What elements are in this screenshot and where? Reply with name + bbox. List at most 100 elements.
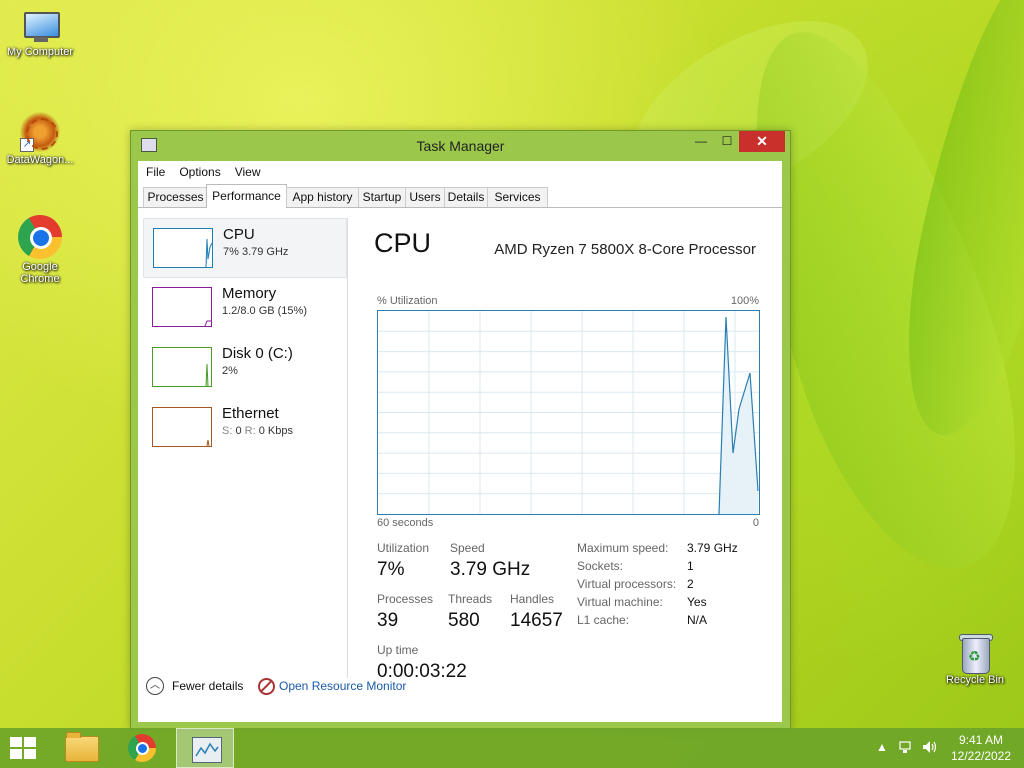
taskbar-google-chrome[interactable]: [113, 728, 171, 768]
network-icon[interactable]: [898, 740, 914, 757]
resource-name: Memory: [222, 285, 277, 302]
resource-list: CPU 7% 3.79 GHz Memory 1.2/8.0 GB (15%) …: [143, 218, 348, 678]
graph-x-right-label: 0: [752, 517, 759, 529]
task-manager-window: Task Manager — ☐ ✕ File Options View Proce…: [130, 130, 791, 730]
graph-y-max-label: 100%: [730, 295, 759, 307]
desktop-icon-label: Recycle Bin: [945, 674, 1005, 686]
resource-summary: 7% 3.79 GHz: [223, 246, 289, 258]
spec-key: L1 cache:: [577, 613, 630, 627]
menu-bar: File Options View: [138, 161, 782, 183]
spec-value: N/A: [687, 613, 708, 627]
desktop-icon-my-computer[interactable]: My Computer: [0, 10, 80, 58]
chevron-up-circle-icon[interactable]: ︿: [146, 677, 164, 695]
threads-label: Threads: [448, 592, 493, 606]
threads-value: 580: [448, 610, 480, 631]
folder-icon: [65, 732, 99, 762]
chevron-up-icon[interactable]: ▲: [876, 740, 888, 754]
menu-view[interactable]: View: [227, 161, 267, 179]
volume-icon[interactable]: [922, 740, 938, 757]
spec-value: 2: [687, 577, 694, 591]
chrome-icon: [128, 734, 156, 762]
desktop-icon-label: Chrome: [20, 273, 60, 285]
handles-label: Handles: [510, 592, 555, 606]
shortcut-arrow-icon: ↗: [20, 138, 34, 152]
desktop-icon-recycle-bin[interactable]: ♻ Recycle Bin: [935, 632, 1015, 686]
speed-label: Speed: [450, 541, 485, 555]
resource-name: CPU: [223, 226, 255, 243]
utilization-value: 7%: [377, 559, 405, 580]
disk-mini-graph: [152, 347, 212, 387]
spec-key: Virtual machine:: [577, 595, 663, 609]
resource-name: Disk 0 (C:): [222, 345, 293, 362]
taskbar-file-explorer[interactable]: [51, 728, 109, 768]
spec-key: Sockets:: [577, 559, 624, 573]
resource-item-cpu[interactable]: CPU 7% 3.79 GHz: [143, 218, 347, 278]
cpu-utilization-graph: [377, 310, 760, 515]
menu-file[interactable]: File: [138, 161, 171, 179]
graph-x-left-label: 60 seconds: [377, 517, 434, 529]
resource-item-ethernet[interactable]: Ethernet S: 0 R: 0 Kbps: [143, 398, 345, 456]
graph-y-label: % Utilization: [377, 295, 438, 307]
memory-mini-graph: [152, 287, 212, 327]
spec-key: Maximum speed:: [577, 541, 669, 555]
clock-time[interactable]: 9:41 AM: [950, 733, 1012, 747]
title-bar[interactable]: Task Manager — ☐ ✕: [131, 131, 790, 161]
handles-value: 14657: [510, 610, 563, 631]
tab-details[interactable]: Details: [444, 187, 488, 207]
desktop-icon-label: Google: [22, 261, 58, 273]
ethernet-mini-graph: [152, 407, 212, 447]
computer-icon: [20, 10, 60, 44]
performance-panel: CPU 7% 3.79 GHz Memory 1.2/8.0 GB (15%) …: [138, 208, 782, 722]
resource-summary: 2%: [222, 365, 238, 377]
resource-name: Ethernet: [222, 405, 279, 422]
spec-value: 3.79 GHz: [687, 541, 738, 555]
spec-value: 1: [687, 559, 694, 573]
send-label: S:: [222, 425, 233, 437]
uptime-label: Up time: [377, 643, 419, 657]
datawagon-icon: ↗: [20, 112, 60, 152]
tab-strip: Processes Performance App history Startu…: [138, 183, 782, 208]
taskbar: ▲ 9:41 AM 12/22/2022: [0, 728, 1024, 768]
resource-monitor-icon[interactable]: [258, 678, 275, 695]
open-resource-monitor-link[interactable]: Open Resource Monitor: [279, 679, 406, 693]
spec-value: Yes: [687, 595, 707, 609]
start-button[interactable]: [10, 737, 38, 759]
window-client: File Options View Processes Performance Ap…: [138, 161, 782, 722]
speed-value: 3.79 GHz: [450, 559, 531, 580]
tab-users[interactable]: Users: [405, 187, 445, 207]
close-button[interactable]: ✕: [739, 131, 785, 152]
resource-item-disk[interactable]: Disk 0 (C:) 2%: [143, 338, 345, 396]
footer-bar: ︿ Fewer details Open Resource Monitor: [138, 665, 782, 721]
processes-value: 39: [377, 610, 399, 631]
desktop-icon-label: DataWagon...: [6, 154, 74, 166]
tab-processes[interactable]: Processes: [143, 187, 208, 207]
chrome-icon: [18, 215, 62, 259]
clock-date[interactable]: 12/22/2022: [950, 749, 1012, 763]
resource-summary: S: 0 R: 0 Kbps: [222, 425, 293, 437]
resource-summary: 1.2/8.0 GB (15%): [222, 305, 307, 317]
utilization-label: Utilization: [377, 541, 430, 555]
desktop-icon-datawagon[interactable]: ↗ DataWagon...: [0, 112, 80, 166]
processes-label: Processes: [377, 592, 434, 606]
send-value: 0: [235, 425, 242, 437]
minimize-button[interactable]: —: [687, 131, 715, 152]
desktop-icon-google-chrome[interactable]: Google Chrome: [0, 215, 80, 285]
processor-name: AMD Ryzen 7 5800X 8-Core Processor: [494, 241, 756, 258]
menu-options[interactable]: Options: [171, 161, 226, 179]
fewer-details-button[interactable]: Fewer details: [172, 679, 243, 693]
tab-startup[interactable]: Startup: [358, 187, 406, 207]
spec-key: Virtual processors:: [577, 577, 677, 591]
tab-services[interactable]: Services: [487, 187, 548, 207]
receive-label: R:: [244, 425, 256, 437]
receive-value: 0 Kbps: [258, 425, 293, 437]
cpu-mini-graph: [153, 228, 213, 268]
taskbar-task-manager[interactable]: [176, 728, 234, 768]
resource-item-memory[interactable]: Memory 1.2/8.0 GB (15%): [143, 278, 345, 336]
recycle-bin-icon: ♻: [959, 632, 993, 674]
task-manager-icon: [192, 737, 222, 763]
desktop-icon-label: My Computer: [6, 46, 74, 58]
tab-app-history[interactable]: App history: [286, 187, 359, 207]
maximize-button[interactable]: ☐: [713, 131, 741, 152]
tab-performance[interactable]: Performance: [206, 184, 287, 208]
detail-title: CPU: [374, 228, 432, 258]
